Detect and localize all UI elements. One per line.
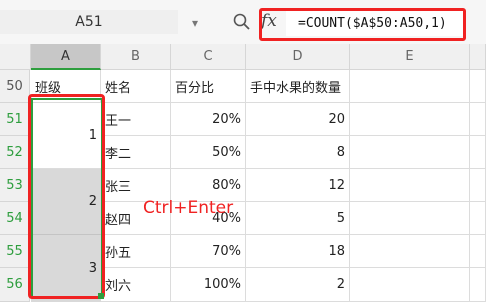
row-header-56[interactable]: 56 [0, 268, 30, 302]
row-header-51[interactable]: 51 [0, 103, 30, 136]
empty-cell[interactable] [350, 235, 470, 268]
selection-highlight-box [28, 94, 105, 299]
empty-cell[interactable] [350, 202, 470, 235]
shortcut-annotation: Ctrl+Enter [143, 198, 234, 218]
column-header-d[interactable]: D [246, 44, 350, 70]
empty-cell[interactable] [350, 136, 470, 169]
name-cell[interactable]: 王一 [101, 103, 171, 136]
spreadsheet-grid: A B C D E 50 51 52 53 54 55 56 班级 姓名 百分比… [0, 44, 486, 302]
chevron-down-icon[interactable]: ▾ [192, 16, 198, 30]
name-cell[interactable]: 李二 [101, 136, 171, 169]
column-header-a[interactable]: A [31, 44, 101, 70]
percent-cell[interactable]: 50% [171, 136, 246, 169]
header-cell-name[interactable]: 姓名 [101, 70, 171, 103]
magnifier-icon[interactable] [232, 12, 252, 32]
fruit-count-cell[interactable]: 12 [246, 169, 350, 202]
name-box[interactable]: A51 [0, 10, 178, 34]
row-header-52[interactable]: 52 [0, 136, 30, 169]
row-header-55[interactable]: 55 [0, 235, 30, 268]
select-all-corner[interactable] [0, 44, 31, 70]
column-header-next[interactable] [470, 44, 486, 70]
fruit-count-cell[interactable]: 18 [246, 235, 350, 268]
percent-cell[interactable]: 70% [171, 235, 246, 268]
column-header-c[interactable]: C [171, 44, 246, 70]
empty-cell[interactable] [470, 235, 486, 268]
row-header-54[interactable]: 54 [0, 202, 30, 235]
empty-cell[interactable] [470, 136, 486, 169]
fruit-count-cell[interactable]: 5 [246, 202, 350, 235]
cell-f50[interactable] [470, 70, 486, 103]
formula-highlight-box [259, 8, 466, 41]
empty-cell[interactable] [350, 268, 470, 302]
empty-cell[interactable] [470, 268, 486, 302]
fruit-count-cell[interactable]: 20 [246, 103, 350, 136]
percent-cell[interactable]: 100% [171, 268, 246, 302]
empty-cell[interactable] [470, 202, 486, 235]
name-cell[interactable]: 孙五 [101, 235, 171, 268]
header-cell-percent[interactable]: 百分比 [171, 70, 246, 103]
column-header-b[interactable]: B [101, 44, 171, 70]
empty-cell[interactable] [350, 103, 470, 136]
cell-e50[interactable] [350, 70, 470, 103]
name-cell[interactable]: 刘六 [101, 268, 171, 302]
empty-cell[interactable] [350, 169, 470, 202]
percent-cell[interactable]: 20% [171, 103, 246, 136]
fruit-count-cell[interactable]: 2 [246, 268, 350, 302]
header-cell-fruit-count[interactable]: 手中水果的数量 [246, 70, 350, 103]
formula-bar: A51 ▾ fx =COUNT($A$50:A50,1) [0, 0, 486, 45]
fill-handle[interactable] [98, 293, 104, 299]
empty-cell[interactable] [470, 103, 486, 136]
row-header-53[interactable]: 53 [0, 169, 30, 202]
empty-cell[interactable] [470, 169, 486, 202]
fruit-count-cell[interactable]: 8 [246, 136, 350, 169]
row-header-50[interactable]: 50 [0, 70, 30, 103]
column-header-e[interactable]: E [350, 44, 470, 70]
